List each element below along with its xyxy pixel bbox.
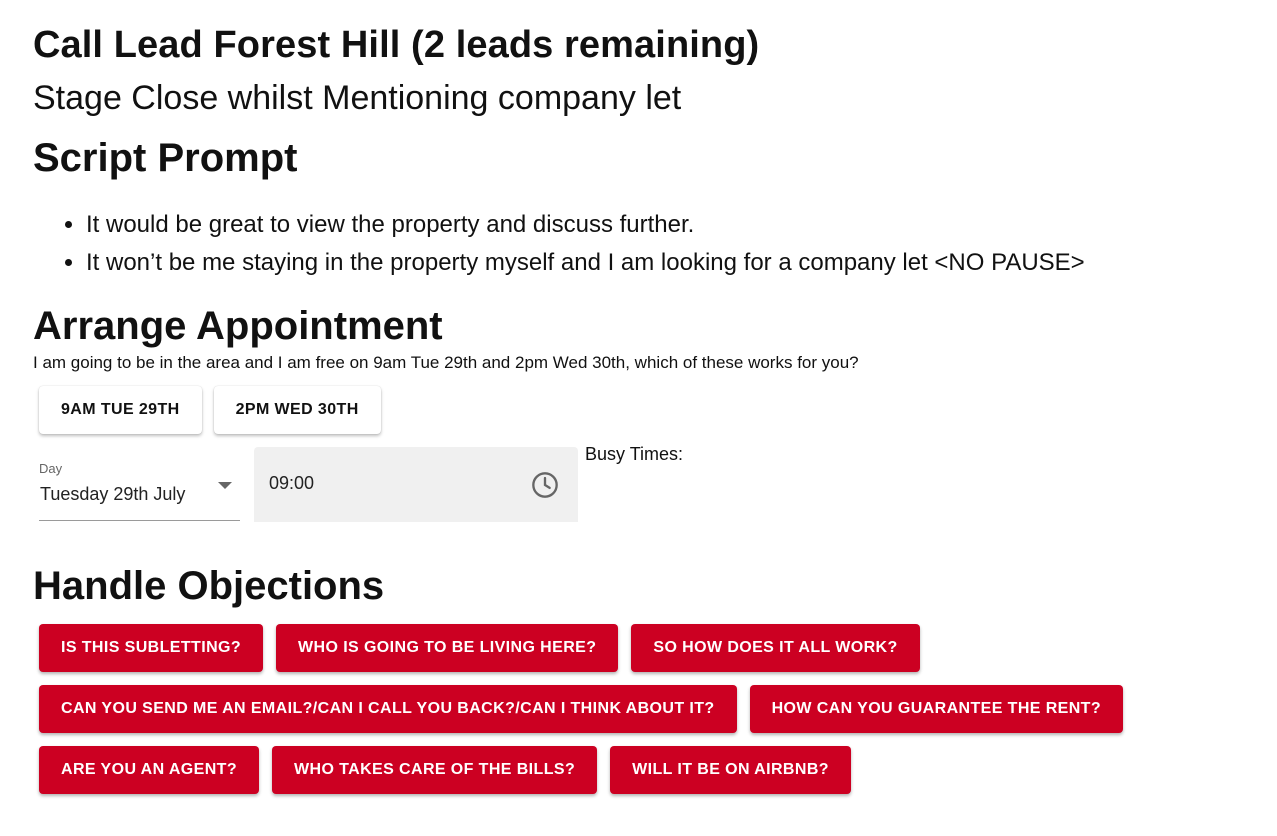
script-prompt-item: It won’t be me staying in the property m… bbox=[86, 244, 1277, 282]
objection-how-it-works-button[interactable]: SO HOW DOES IT ALL WORK? bbox=[631, 624, 920, 672]
time-input-value: 09:00 bbox=[269, 473, 315, 493]
objection-button-row: ARE YOU AN AGENT? WHO TAKES CARE OF THE … bbox=[33, 746, 1277, 794]
handle-objections-heading: Handle Objections bbox=[33, 564, 385, 608]
objection-agent-button[interactable]: ARE YOU AN AGENT? bbox=[39, 746, 259, 794]
script-prompt-heading: Script Prompt bbox=[33, 136, 298, 180]
arrange-appointment-heading: Arrange Appointment bbox=[33, 304, 443, 348]
objection-guarantee-rent-button[interactable]: HOW CAN YOU GUARANTEE THE RENT? bbox=[749, 685, 1124, 733]
slot-button-wed-30[interactable]: 2PM WED 30TH bbox=[213, 386, 381, 434]
appointment-slot-buttons: 9AM TUE 29TH 2PM WED 30TH bbox=[33, 386, 1277, 434]
day-select-label: Day bbox=[39, 461, 63, 476]
stage-subtitle: Stage Close whilst Mentioning company le… bbox=[33, 79, 682, 117]
script-prompt-item: It would be great to view the property a… bbox=[86, 206, 1277, 244]
clock-icon[interactable] bbox=[531, 471, 559, 499]
objection-button-row: IS THIS SUBLETTING? WHO IS GOING TO BE L… bbox=[33, 624, 1277, 672]
busy-times-label: Busy Times: bbox=[585, 444, 684, 464]
objection-email-callback-button[interactable]: CAN YOU SEND ME AN EMAIL?/CAN I CALL YOU… bbox=[39, 685, 737, 733]
objection-bills-button[interactable]: WHO TAKES CARE OF THE BILLS? bbox=[272, 746, 598, 794]
slot-button-tue-29[interactable]: 9AM TUE 29TH bbox=[39, 386, 202, 434]
objection-who-living-button[interactable]: WHO IS GOING TO BE LIVING HERE? bbox=[276, 624, 619, 672]
objection-subletting-button[interactable]: IS THIS SUBLETTING? bbox=[39, 624, 264, 672]
appointment-script-text: I am going to be in the area and I am fr… bbox=[33, 353, 859, 372]
page-title: Call Lead Forest Hill (2 leads remaining… bbox=[33, 24, 760, 66]
objection-airbnb-button[interactable]: WILL IT BE ON AIRBNB? bbox=[610, 746, 851, 794]
script-prompt-list: It would be great to view the property a… bbox=[33, 206, 1277, 282]
caret-down-icon bbox=[218, 482, 232, 489]
time-input[interactable]: 09:00 bbox=[254, 447, 578, 522]
appointment-picker-row: Day Tuesday 29th July 09:00 Busy Times: bbox=[33, 444, 1277, 522]
call-lead-page: Call Lead Forest Hill (2 leads remaining… bbox=[0, 0, 1277, 836]
day-select[interactable]: Day Tuesday 29th July bbox=[39, 447, 240, 521]
day-select-value: Tuesday 29th July bbox=[40, 484, 186, 504]
objection-button-row: CAN YOU SEND ME AN EMAIL?/CAN I CALL YOU… bbox=[33, 685, 1277, 733]
